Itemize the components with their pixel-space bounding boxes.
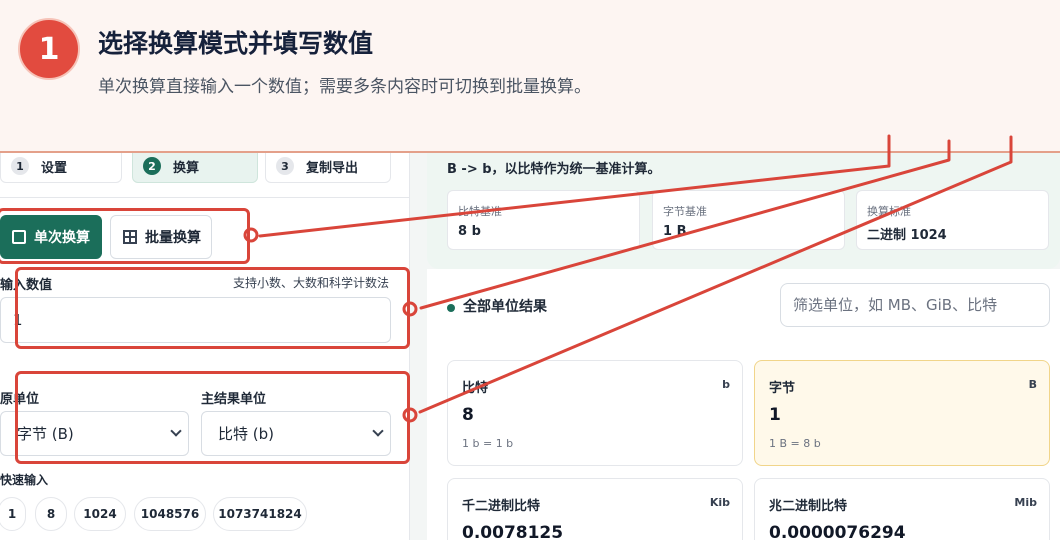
- stat-label: 换算标准: [867, 205, 911, 218]
- unit-name: 兆二进制比特: [769, 499, 848, 514]
- unit-card-byte[interactable]: 字节 B 1 1 B = 8 b: [754, 360, 1050, 466]
- unit-name: 千二进制比特: [462, 499, 541, 514]
- step-tab-convert[interactable]: 2 换算: [132, 149, 258, 183]
- unit-name: 字节: [769, 381, 796, 396]
- step-tabs: 1 设置 2 换算 3 复制导出: [0, 149, 410, 197]
- step-tab-export[interactable]: 3 复制导出: [265, 149, 391, 183]
- stat-label: 字节基准: [663, 205, 707, 218]
- unit-relation: 1 B = 8 b: [769, 437, 821, 450]
- step-number: 3: [276, 157, 294, 175]
- stat-standard: 换算标准 二进制 1024: [856, 190, 1049, 250]
- summary-card: B -> b，以比特作为统一基准计算。 比特基准 8 b 字节基准 1 B 换算…: [427, 153, 1060, 269]
- unit-value: 0.0078125: [462, 523, 564, 540]
- unit-card-kibibit[interactable]: 千二进制比特 Kib 0.0078125: [447, 478, 743, 540]
- step-label: 设置: [41, 160, 68, 176]
- unit-symbol: B: [1028, 378, 1037, 391]
- unit-symbol: b: [722, 378, 730, 391]
- unit-filter-input[interactable]: [780, 283, 1050, 327]
- step-number: 2: [143, 157, 161, 175]
- step-tab-settings[interactable]: 1 设置: [0, 149, 122, 183]
- quick-value-chip[interactable]: 1048576: [134, 497, 206, 531]
- stat-label: 比特基准: [458, 205, 502, 218]
- quick-input-label: 快速输入: [0, 473, 49, 487]
- annotation-box-units: [15, 371, 410, 464]
- status-dot-icon: [447, 304, 455, 312]
- quick-value-chip[interactable]: 1073741824: [213, 497, 307, 531]
- unit-symbol: Kib: [709, 496, 730, 509]
- stat-value: 1 B: [663, 224, 687, 239]
- unit-name: 比特: [462, 381, 489, 396]
- unit-card-bit[interactable]: 比特 b 8 1 b = 1 b: [447, 360, 743, 466]
- banner-description: 单次换算直接输入一个数值；需要多条内容时可切换到批量换算。: [98, 77, 591, 97]
- annotation-box-mode: [0, 208, 250, 264]
- summary-line: B -> b，以比特作为统一基准计算。: [447, 162, 661, 177]
- annotation-box-input: [15, 267, 410, 349]
- step-label: 换算: [173, 160, 200, 176]
- stat-bit-base: 比特基准 8 b: [447, 190, 640, 250]
- results-panel: B -> b，以比特作为统一基准计算。 比特基准 8 b 字节基准 1 B 换算…: [427, 153, 1060, 540]
- unit-value: 8: [462, 405, 474, 425]
- unit-value: 1: [769, 405, 781, 425]
- results-card: 全部单位结果 比特 b 8 1 b = 1 b 字节 B 1 1 B = 8 b…: [427, 269, 1060, 540]
- quick-value-chip[interactable]: 1: [0, 497, 26, 531]
- stat-value: 8 b: [458, 224, 481, 239]
- banner-title: 选择换算模式并填写数值: [98, 29, 374, 58]
- divider: [0, 197, 410, 198]
- stat-byte-base: 字节基准 1 B: [652, 190, 845, 250]
- step-number: 1: [11, 157, 29, 175]
- unit-relation: 1 b = 1 b: [462, 437, 514, 450]
- unit-symbol: Mib: [1014, 496, 1037, 509]
- quick-value-chip[interactable]: 1024: [74, 497, 126, 531]
- unit-card-mebibit[interactable]: 兆二进制比特 Mib 0.0000076294: [754, 478, 1050, 540]
- stat-value: 二进制 1024: [867, 228, 947, 243]
- unit-value: 0.0000076294: [769, 523, 906, 540]
- step-badge: 1: [18, 18, 80, 80]
- results-title: 全部单位结果: [463, 299, 547, 315]
- quick-value-chip[interactable]: 8: [35, 497, 67, 531]
- tutorial-banner: 1 选择换算模式并填写数值 单次换算直接输入一个数值；需要多条内容时可切换到批量…: [0, 0, 1060, 153]
- step-label: 复制导出: [306, 160, 359, 176]
